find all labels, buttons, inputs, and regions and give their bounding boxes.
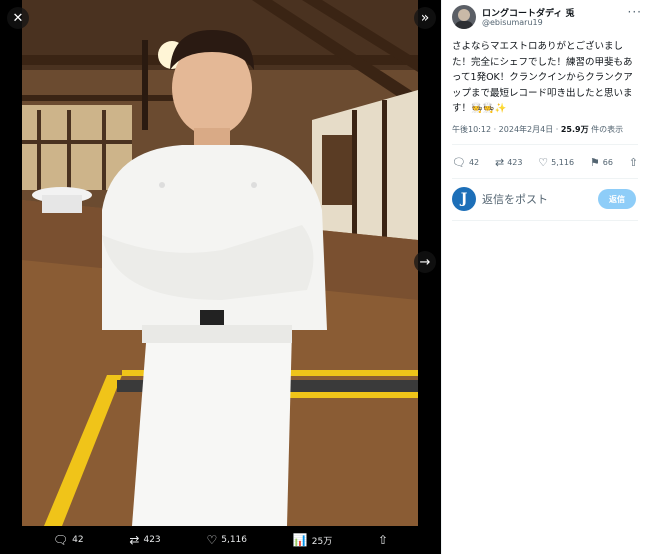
retweet-count: 423	[143, 535, 161, 545]
viewer-reply-button[interactable]: 🗨 42	[53, 534, 84, 546]
viewer-retweet-button[interactable]: ⇄ 423	[129, 534, 160, 546]
views-count: 25万	[311, 536, 333, 547]
viewer-views-button[interactable]: 📊 25万	[293, 534, 332, 547]
bookmark-count: 66	[602, 157, 613, 167]
reply-count: 42	[72, 535, 84, 545]
reply-button[interactable]: 🗨 42	[452, 157, 479, 168]
close-icon[interactable]: ✕	[7, 7, 29, 29]
like-icon: ♡	[206, 533, 218, 547]
tweet-views-count: 25.9万	[560, 125, 589, 134]
viewer-like-button[interactable]: ♡ 5,116	[206, 534, 247, 546]
author-handle[interactable]: @ebisumaru19	[482, 18, 543, 27]
share-button[interactable]: ⇧	[629, 157, 638, 168]
tweet-photo[interactable]	[22, 0, 418, 526]
viewer-share-button[interactable]: ⇧	[378, 534, 388, 546]
tweet-author: ロングコートダディ 兎 @ebisumaru19 ···	[452, 5, 642, 35]
share-icon: ⇧	[378, 533, 389, 547]
bookmark-icon: ⚑	[589, 155, 600, 169]
current-user-avatar[interactable]: J	[452, 187, 476, 211]
media-viewer: ✕ » → 🗨 42 ⇄ 423 ♡ 5,116 📊 25万 ⇧	[0, 0, 441, 554]
reply-composer: J 返信をポスト 返信	[452, 184, 638, 214]
reply-icon: 🗨	[452, 155, 466, 169]
retweet-button[interactable]: ⇄ 423	[495, 157, 523, 168]
tweet-timestamp[interactable]: 午後10:12 · 2024年2月4日 ·	[452, 125, 561, 134]
divider	[452, 178, 638, 179]
views-icon: 📊	[292, 533, 308, 547]
like-count: 5,116	[551, 157, 575, 167]
retweet-icon: ⇄	[129, 533, 140, 547]
retweet-count: 423	[507, 157, 523, 167]
reply-count: 42	[468, 157, 480, 167]
like-count: 5,116	[221, 535, 247, 545]
tweet-action-bar: 🗨 42 ⇄ 423 ♡ 5,116 ⚑ 66 ⇧	[452, 152, 638, 172]
reply-submit-button[interactable]: 返信	[598, 189, 636, 209]
more-options-icon[interactable]: ···	[628, 5, 642, 19]
share-icon: ⇧	[628, 155, 638, 169]
divider	[452, 220, 638, 221]
like-icon: ♡	[538, 155, 549, 169]
like-button[interactable]: ♡ 5,116	[538, 157, 574, 168]
tweet-panel: ロングコートダディ 兎 @ebisumaru19 ··· さよならマエストロあり…	[441, 0, 645, 554]
photo-illustration	[22, 0, 418, 526]
tweet-views-suffix: 件の表示	[588, 125, 624, 134]
tweet-meta: 午後10:12 · 2024年2月4日 · 25.9万 件の表示	[452, 124, 623, 135]
reply-input[interactable]: 返信をポスト	[482, 191, 548, 207]
tweet-text: さよならマエストロありがとございました！完全にシェフでした！練習の甲斐もあって1…	[452, 41, 633, 114]
next-image-icon[interactable]: →	[414, 251, 436, 273]
divider	[452, 144, 638, 145]
viewer-action-bar: 🗨 42 ⇄ 423 ♡ 5,116 📊 25万 ⇧	[0, 526, 441, 554]
retweet-icon: ⇄	[494, 155, 505, 169]
collapse-panel-icon[interactable]: »	[414, 7, 436, 29]
bookmark-button[interactable]: ⚑ 66	[590, 157, 613, 168]
reply-icon: 🗨	[52, 533, 69, 547]
author-avatar[interactable]	[452, 5, 476, 29]
